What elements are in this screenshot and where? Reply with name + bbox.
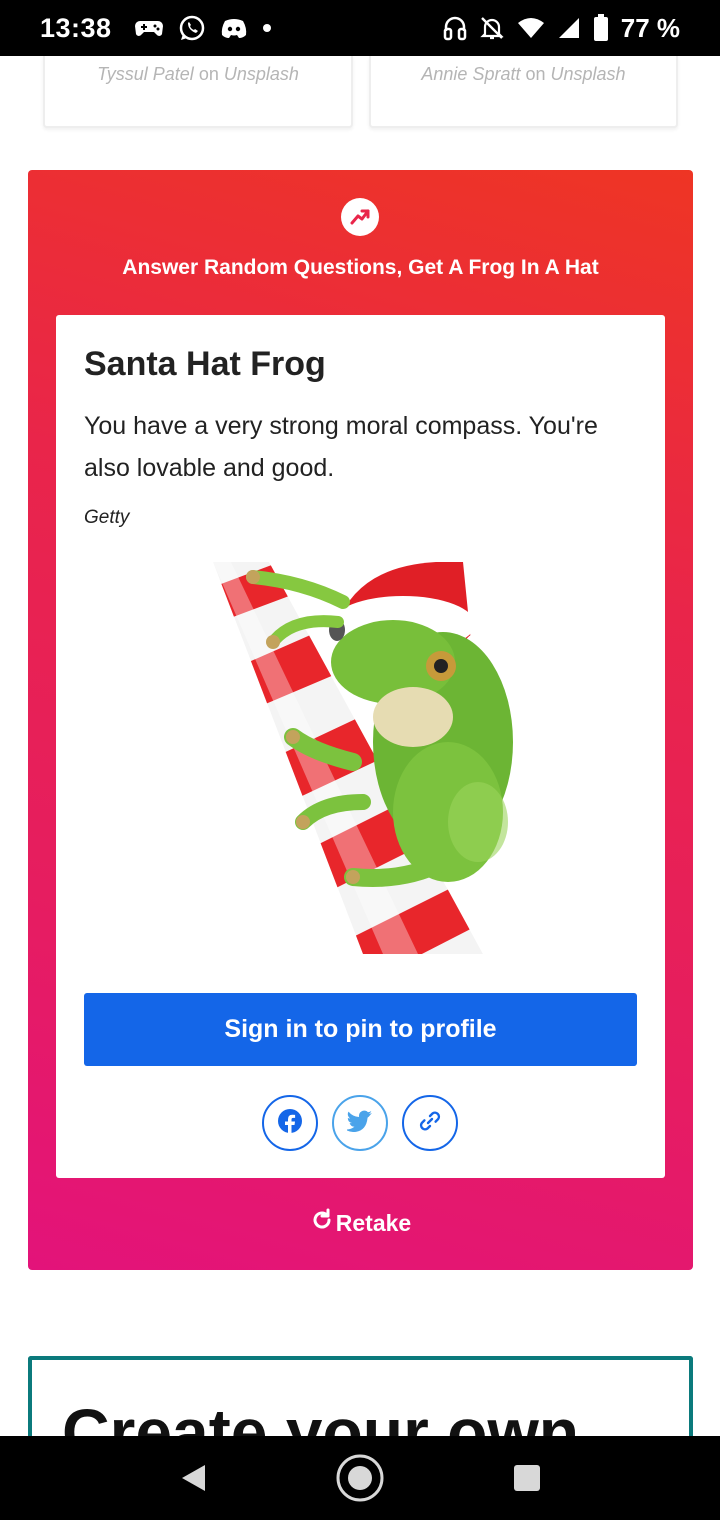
back-button[interactable]: [163, 1448, 223, 1508]
retake-label: Retake: [335, 1209, 412, 1236]
twitter-icon: [345, 1110, 373, 1137]
photo-credit: Tyssul Patel on Unsplash: [97, 64, 299, 126]
trending-icon: [341, 198, 379, 236]
status-bar: 13:38 77 %: [0, 0, 720, 56]
bell-off-icon: [479, 15, 505, 41]
whatsapp-icon: [178, 14, 206, 42]
copy-link-button[interactable]: [402, 1095, 458, 1151]
result-heading: Santa Hat Frog: [84, 345, 326, 383]
navigation-bar: [0, 1436, 720, 1520]
dot-icon: [262, 23, 272, 33]
link-icon: [417, 1108, 443, 1139]
twitter-share-button[interactable]: [332, 1095, 388, 1151]
photo-credit-card: Annie Spratt on Unsplash: [369, 56, 678, 128]
game-controller-icon: [134, 17, 164, 39]
facebook-icon: [277, 1108, 303, 1139]
credit-on: on: [525, 64, 546, 84]
credit-source: Unsplash: [550, 64, 626, 84]
signal-icon: [557, 16, 581, 40]
recents-button[interactable]: [497, 1448, 557, 1508]
credit-author: Tyssul Patel: [97, 64, 194, 84]
recents-icon: [513, 1465, 540, 1491]
system-status-icons: 77 %: [443, 13, 680, 44]
wifi-icon: [517, 17, 545, 39]
home-button[interactable]: [330, 1448, 390, 1508]
notification-icons: [134, 14, 272, 42]
headphones-icon: [443, 15, 467, 41]
discord-icon: [220, 17, 248, 39]
page: 13:38 77 % Tyssul Patel on Unsplash Anni…: [0, 0, 720, 1520]
quiz-result-panel: Answer Random Questions, Get A Frog In A…: [28, 170, 693, 1270]
quiz-title: Answer Random Questions, Get A Frog In A…: [122, 256, 599, 279]
status-time: 13:38: [40, 12, 112, 43]
retake-button[interactable]: Retake: [28, 1208, 693, 1238]
santa-hat-frog-image: [213, 562, 513, 954]
refresh-icon: [310, 1208, 334, 1238]
credit-on: on: [198, 64, 219, 84]
credit-author: Annie Spratt: [421, 64, 521, 84]
back-icon: [182, 1465, 206, 1491]
share-buttons: [262, 1095, 458, 1151]
battery-percent: 77 %: [620, 12, 680, 43]
photo-credit-card: Tyssul Patel on Unsplash: [43, 56, 353, 128]
result-card: Santa Hat Frog You have a very strong mo…: [56, 315, 665, 1178]
credit-source: Unsplash: [223, 64, 299, 84]
battery-icon: [593, 14, 609, 42]
pin-to-profile-button[interactable]: Sign in to pin to profile: [84, 993, 637, 1066]
image-credit: Getty: [84, 507, 130, 528]
facebook-share-button[interactable]: [262, 1095, 318, 1151]
photo-credit: Annie Spratt on Unsplash: [421, 64, 625, 126]
result-description: You have a very strong moral compass. Yo…: [84, 412, 598, 482]
home-icon: [336, 1454, 384, 1502]
